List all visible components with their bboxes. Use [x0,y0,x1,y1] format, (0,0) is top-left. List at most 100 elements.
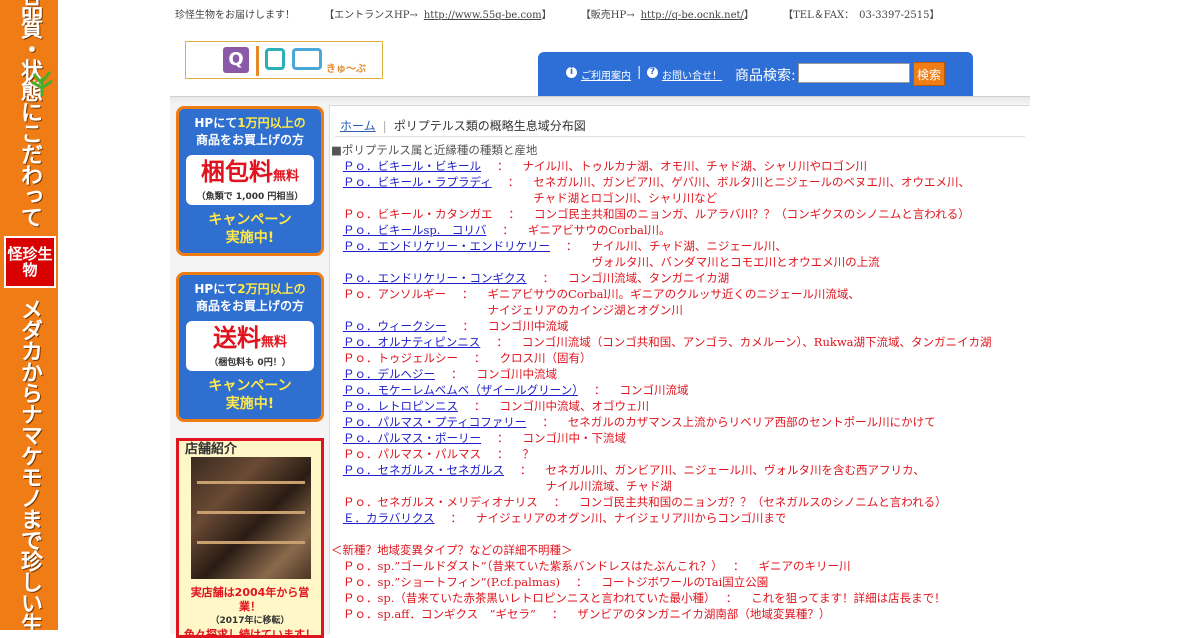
species-row: Ｐｏ．ビキール・ラプラディ ： セネガル川、ガンビア川、ゲバ川、ボルタ川とニジェール… [331,174,1031,190]
shop-link[interactable]: http://q-be.ocnk.net/ [641,10,744,21]
species-name[interactable]: Ｐｏ．レトロピンニス [343,399,458,413]
species-separator: ： [593,383,606,397]
species-separator: ： [497,431,509,445]
species-habitat: セネガル川、ガンビア川、ゲバ川、ボルタ川とニジェールのベヌエ川、オウエメ川、 [533,175,970,189]
species-row: Ｐｏ．ビキールsp. コリバ ： ギニアビサウのCorbal川。 [331,222,1031,238]
promo2-head: HPにて2万円以上の [179,281,321,298]
species-separator: ： [474,351,486,365]
species-habitat: コンゴ川流域（コンゴ共和国、アンゴラ、カメルーン）、Rukwa湖下流域、タンガニ… [521,335,992,349]
unknown-species-habitat: ザンビアのタンガニイカ湖南部（地域変異種？） [577,607,831,621]
species-habitat: ギニアビサウのCorbal川。 [527,223,671,237]
banner-seal: 怪珍生物 [4,236,56,288]
species-habitat-cont: ナイル川流域、チャド湖 [545,479,672,493]
species-separator: ： [497,447,509,461]
promo2-big: 送料無料 [186,324,314,357]
species-habitat: ？ [522,447,535,461]
species-name[interactable]: Ｐｏ．ビキールsp. コリバ [343,223,486,237]
unknown-species-row: Ｐｏ．sp.”ゴールドダスト”（昔来ていた紫系バンドレスはたぶんこれ？） ： ギニア… [331,558,1031,574]
guide-link[interactable]: ご利用案内 [581,67,631,82]
species-name[interactable]: Ｐｏ．エンドリケリー・エンドリケリー [343,239,550,253]
species-habitat: コンゴ川中流域 [488,319,569,333]
contact-link[interactable]: お問い合せ！ [662,67,722,82]
question-icon: ? [647,67,658,78]
species-name[interactable]: Ｐｏ．ビキール・ビキール [343,159,481,173]
shop-label: 【販売HP→ [580,10,635,21]
breadcrumb-separator: | [382,119,387,133]
unknown-species-habitat: これを狙ってます！詳細は店長まで！ [751,591,946,605]
site-logo[interactable]: Q きゅ～ぶ [185,41,383,79]
shop-close: 】 [743,10,754,21]
unknown-species-separator: ： [733,559,745,573]
species-separator: ： [451,367,463,381]
species-name[interactable]: Ｐｏ．エンドリケリー・コンギクス [343,271,527,285]
entrance-label: 【エントランスHP→ [324,10,418,21]
promo1-line2: 商品をお買上げの方 [195,133,304,147]
page-title: ポリプテルス類の概略生息域分布図 [393,119,586,133]
species-row: Ｐｏ．ウィークシー ： コンゴ川中流域 [331,318,1031,334]
promo1-head-hl: 1万円以上の [237,116,306,130]
top-info-bar: 珍怪生物をお届けします！ 【エントランスHP→ http://www.55q-be… [175,6,966,21]
species-name[interactable]: Ｐｏ．デルヘジー [343,367,435,381]
species-name[interactable]: Ｅ．カラバリクス [343,511,435,525]
unknown-species-separator: ： [575,575,588,589]
unknown-species-name: Ｐｏ．sp.”ショートフィン”(P.cf.palmas) [343,575,560,589]
species-habitat: コンゴ川中流域、オゴウェ川 [499,399,650,413]
species-name[interactable]: Ｐｏ．ウィークシー [343,319,447,333]
promo1-head-a: HPにて [194,116,238,130]
promo2-line2: 商品をお買上げの方 [195,299,304,313]
search-label: 商品検索: [735,68,796,84]
species-habitat: クロス川（固有） [499,351,592,365]
species-row: Ｐｏ．トゥジェルシー ： クロス川（固有） [331,350,1031,366]
promo-banner-packing[interactable]: HPにて1万円以上の 商品をお買上げの方 梱包料無料 （魚類で 1,000 円相… [176,106,324,256]
species-row: Ｐｏ．アンソルギー ： ギニアビサウのCorbal川。ギニアのクルッサ近くのニジェー… [331,286,1031,302]
promo2-head-a: HPにて [194,282,238,296]
logo-divider [256,46,259,76]
shop-photo [191,457,311,579]
species-row: Ｐｏ．セネガルス・セネガルス ： セネガル川、ガンビア川、ニジェール川、ヴォルタ川を… [331,462,1031,478]
sidebar-divider [329,104,330,634]
species-row: Ｐｏ．レトロピンニス ： コンゴ川中流域、オゴウェ川 [331,398,1031,414]
logo-b-mark [265,48,285,70]
unknown-species-habitat: コートジボワールのTai国立公園 [601,575,769,589]
species-row: Ｐｏ．ビキール・ビキール ： ナイル川、トゥルカナ湖、オモ川、チャド湖、シャリ川やロ… [331,158,1031,174]
species-separator: ： [542,271,555,285]
species-row: Ｐｏ．エンドリケリー・コンギクス ： コンゴ川流域、タンガニイカ湖 [331,270,1031,286]
species-name[interactable]: Ｐｏ．オルナティピンニス [343,335,480,349]
promo2-big-text: 送料 [212,324,261,352]
species-separator: ： [508,207,521,221]
species-habitat: セネガルのカザマンス上流からリベリア西部のセントポール川にかけて [567,415,936,429]
breadcrumb-divider [335,136,1025,137]
tagline: 珍怪生物をお届けします！ [175,10,295,21]
promo1-big: 梱包料無料 [186,158,314,191]
species-separator: ： [462,287,474,301]
breadcrumb-home[interactable]: ホーム [340,119,376,133]
left-vertical-banner[interactable]: 品質・状態にこだわってます!! 怪珍生物 メダカからナマケモノまで珍しい生物たち… [0,0,58,630]
unknown-species-habitat: ギニアのキリー川 [758,559,851,573]
species-name[interactable]: Ｐｏ．モケーレムベムベ（ザイールグリーン） [343,383,578,397]
species-separator: ： [566,239,578,253]
species-habitat: ナイル川、チャド湖、ニジェール川、 [591,239,787,253]
unknown-species-row: Ｐｏ．sp.（昔来ていた赤茶黒いレトロピンニスと言われていた最小種） ： これを狙っ… [331,590,1031,606]
unknown-species-name: Ｐｏ．sp.（昔来ていた赤茶黒いレトロピンニスと言われていた最小種） [343,591,710,605]
entrance-hp: 【エントランスHP→ http://www.55q-be.com】 [324,10,551,21]
entrance-link[interactable]: http://www.55q-be.com [424,10,542,21]
promo-banner-shipping[interactable]: HPにて2万円以上の 商品をお買上げの方 送料無料 （梱包料も 0円！） キャン… [176,272,324,422]
species-name[interactable]: Ｐｏ．パルマス・プティコファリー [343,415,526,429]
species-content: ■ポリプテルス属と近縁種の種類と産地 Ｐｏ．ビキール・ビキール：ナイル川、トゥル… [331,142,1031,622]
header-search-bar: i ご利用案内 | ? お問い合せ！ 商品検索: 検索 [538,52,973,96]
species-row: Ｐｏ．セネガルス・メリディオナリス ： コンゴ民主共和国のニョンガ？？（セネガルスの… [331,494,1031,510]
species-name[interactable]: Ｐｏ．セネガルス・セネガルス [343,463,504,477]
unknown-heading: ＜新種？地域変異タイプ？などの詳細不明種＞ [331,543,573,557]
species-separator: ： [520,463,532,477]
species-row: Ｐｏ．パルマス・プティコファリー ： セネガルのカザマンス上流からリベリア西部のセン… [331,414,1031,430]
shop-intro-banner[interactable]: 店舗紹介 実店舗は2004年から営業！ （2017年に移転） 色々探求し続けてい… [176,438,324,638]
species-name[interactable]: Ｐｏ．パルマス・ポーリー [343,431,481,445]
search-input[interactable] [798,63,910,83]
species-separator: ： [450,511,463,525]
search-button[interactable]: 検索 [913,62,945,86]
species-name[interactable]: Ｐｏ．ビキール・ラプラディ [343,175,492,189]
shop-caption-2: （2017年に移転） [210,616,290,626]
promo2-head-hl: 2万円以上の [237,282,306,296]
species-habitat: コンゴ川流域 [619,383,689,397]
species-row: Ｐｏ．パルマス・パルマス ： ？ [331,446,1031,462]
